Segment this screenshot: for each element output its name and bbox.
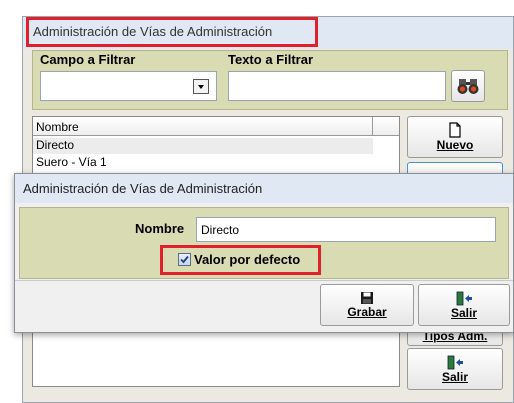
nombre-label: Nombre [135,221,185,236]
texto-filtrar-label: Texto a Filtrar [228,52,314,67]
search-button[interactable] [451,70,485,102]
campo-filtrar-label: Campo a Filtrar [40,52,136,67]
new-document-icon [449,122,461,138]
back-window-title: Administración de Vías de Administración [33,24,273,39]
exit-door-icon [447,355,463,369]
edit-dialog-title: Administración de Vías de Administración [23,181,263,196]
back-salir-label: Salir [441,369,468,384]
list-header-nombre: Nombre [36,120,79,134]
nuevo-label: Nuevo [436,138,474,152]
list-item-label: Directo [36,138,75,152]
list-header-filler [373,117,399,136]
grabar-button[interactable]: Grabar [320,284,414,326]
list-item-label: Suero - Vía 1 [36,155,107,169]
chevron-down-icon[interactable] [193,79,209,94]
save-icon [361,292,373,304]
nombre-value: Directo [201,223,240,237]
dialog-divider [15,280,513,281]
dialog-salir-label: Salir [450,305,477,320]
valor-por-defecto-label: Valor por defecto [194,252,301,267]
grabar-label: Grabar [347,305,387,319]
binoculars-icon [457,79,479,94]
texto-filtrar-input[interactable] [228,71,446,101]
nombre-input[interactable]: Directo [196,217,496,242]
list-item[interactable]: Suero - Vía 1 [33,155,373,171]
dialog-salir-button[interactable]: Salir [418,284,510,326]
valor-por-defecto-checkbox[interactable] [178,253,191,266]
check-icon [180,255,189,264]
list-header[interactable]: Nombre [33,117,373,136]
list-item[interactable]: Directo [33,138,373,154]
nuevo-button[interactable]: Nuevo [407,116,503,158]
exit-door-icon [456,291,472,305]
back-salir-button[interactable]: Salir [407,348,503,390]
campo-filtrar-select[interactable] [40,71,217,101]
